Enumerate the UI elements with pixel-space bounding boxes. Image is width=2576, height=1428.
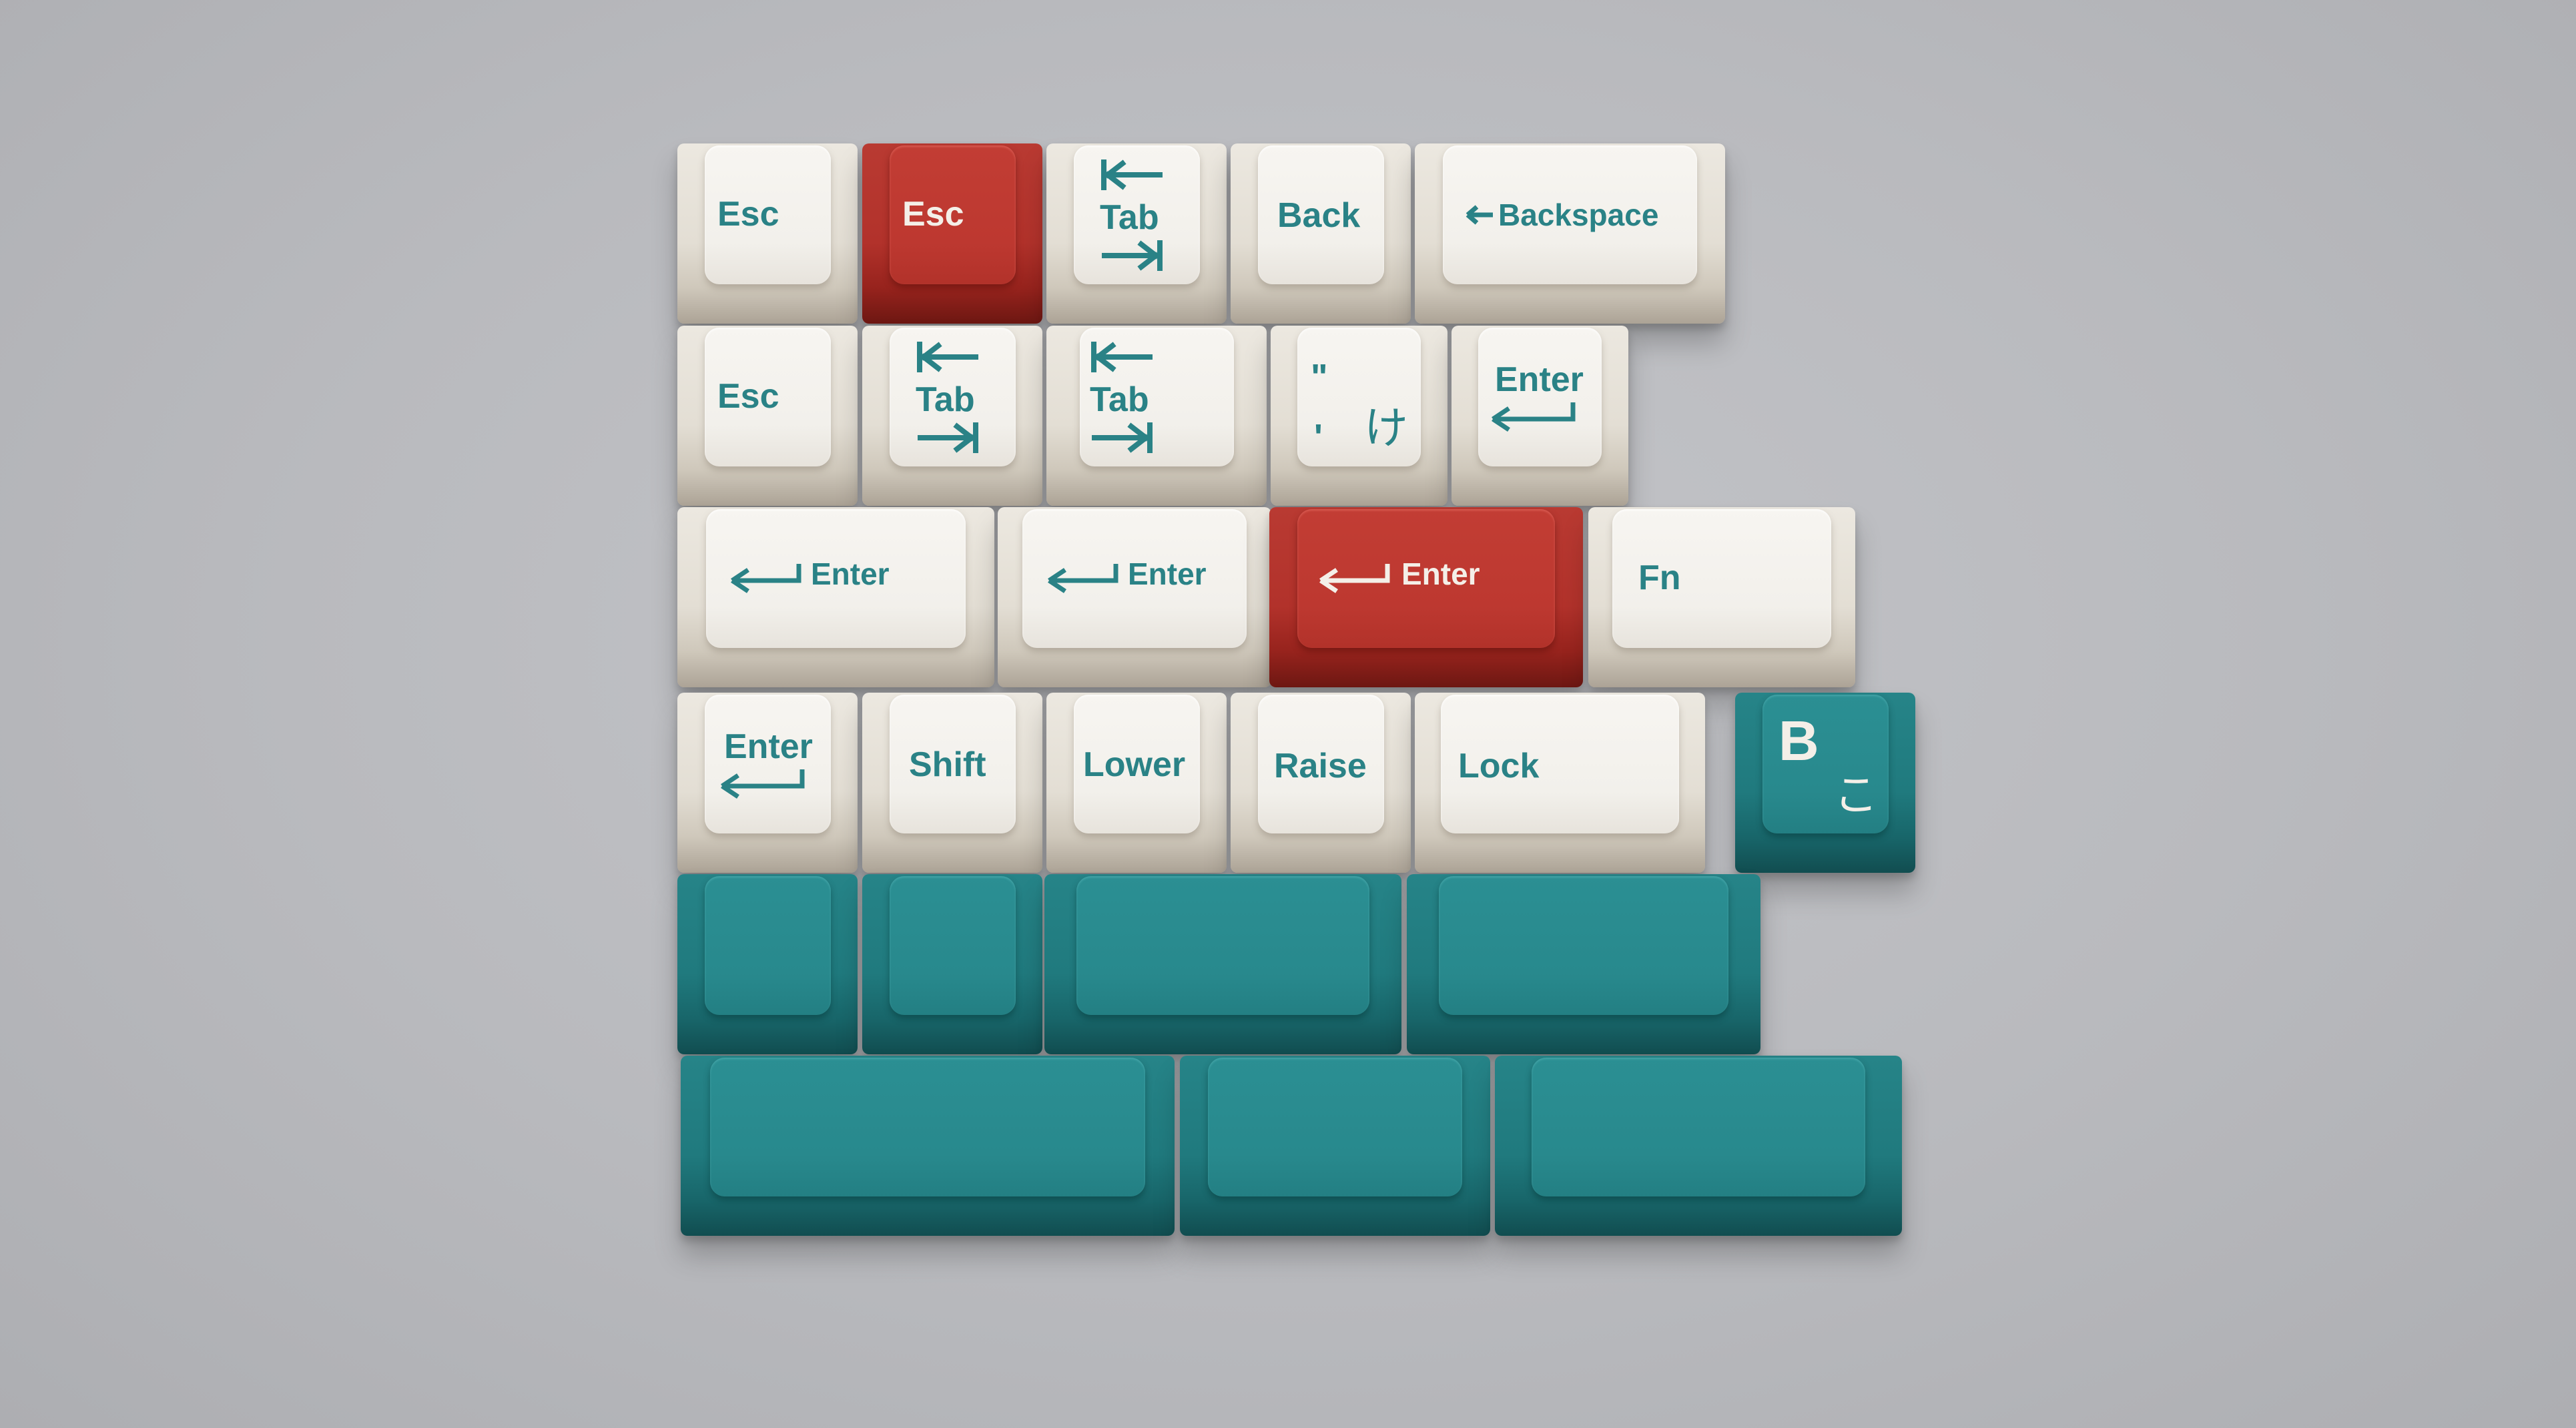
arrow-left-bar-icon xyxy=(1100,158,1163,192)
key-legend-bottom: ' xyxy=(1314,417,1323,457)
key-shift[interactable]: Shift xyxy=(862,693,1042,873)
key-enter-r3-b[interactable]: Enter xyxy=(998,507,1271,687)
key-legend: Fn xyxy=(1638,559,1681,597)
return-arrow-icon xyxy=(1313,561,1393,594)
key-esc-white-r1[interactable]: Esc xyxy=(677,143,858,324)
key-b-ko[interactable]: B こ xyxy=(1735,693,1915,873)
key-enter-r4[interactable]: Enter xyxy=(677,693,858,873)
key-back[interactable]: Back xyxy=(1231,143,1411,324)
arrow-left-bar-icon xyxy=(916,340,979,374)
key-legend: Enter xyxy=(1495,360,1584,399)
key-legend: Enter xyxy=(811,557,890,591)
return-arrow-icon xyxy=(714,766,808,799)
arrow-left-bar-icon xyxy=(1090,340,1153,374)
key-legend: Backspace xyxy=(1498,198,1659,232)
key-legend: Esc xyxy=(717,195,779,234)
key-enter-r3-a[interactable]: Enter xyxy=(677,507,994,687)
left-arrow-icon xyxy=(1465,204,1495,226)
key-legend: Esc xyxy=(902,195,964,234)
key-blank-r5-2[interactable] xyxy=(862,874,1042,1054)
key-quote-ke[interactable]: " ' け xyxy=(1271,326,1447,506)
key-legend: B xyxy=(1779,709,1819,772)
return-arrow-icon xyxy=(724,561,804,594)
key-esc-red[interactable]: Esc xyxy=(862,143,1042,324)
key-legend: Back xyxy=(1277,196,1361,235)
key-legend: Tab xyxy=(1090,380,1149,419)
key-legend: Tab xyxy=(1100,198,1159,237)
key-legend-kana: こ xyxy=(1834,770,1878,819)
key-blank-r6-1[interactable] xyxy=(681,1056,1175,1236)
return-arrow-icon xyxy=(1485,399,1578,432)
arrow-right-bar-icon xyxy=(1101,239,1165,272)
key-blank-r6-2[interactable] xyxy=(1180,1056,1490,1236)
key-legend: Lower xyxy=(1083,745,1186,784)
key-legend: Esc xyxy=(717,377,779,416)
key-legend: Raise xyxy=(1274,747,1367,785)
key-fn[interactable]: Fn xyxy=(1588,507,1855,687)
key-tab-r2-b[interactable]: Tab xyxy=(1046,326,1267,506)
return-arrow-icon xyxy=(1041,561,1121,594)
key-enter-r2[interactable]: Enter xyxy=(1452,326,1628,506)
key-legend: Enter xyxy=(724,727,813,766)
key-legend: Tab xyxy=(916,380,975,419)
arrow-right-bar-icon xyxy=(1091,421,1155,454)
key-enter-red[interactable]: Enter xyxy=(1269,507,1583,687)
key-tab-r2-a[interactable]: Tab xyxy=(862,326,1042,506)
key-backspace[interactable]: Backspace xyxy=(1415,143,1725,324)
key-esc-white-r2[interactable]: Esc xyxy=(677,326,858,506)
key-blank-r5-1[interactable] xyxy=(677,874,858,1054)
key-blank-r6-3[interactable] xyxy=(1495,1056,1902,1236)
key-legend-top: " xyxy=(1311,357,1328,397)
key-legend-kana: け xyxy=(1364,403,1408,452)
key-blank-r5-3[interactable] xyxy=(1044,874,1401,1054)
key-blank-r5-4[interactable] xyxy=(1407,874,1760,1054)
key-legend: Lock xyxy=(1458,747,1540,785)
key-tab-r1[interactable]: Tab xyxy=(1046,143,1227,324)
key-legend: Shift xyxy=(909,745,986,784)
key-lower[interactable]: Lower xyxy=(1046,693,1227,873)
key-legend: Enter xyxy=(1128,557,1207,591)
key-raise[interactable]: Raise xyxy=(1231,693,1411,873)
key-lock[interactable]: Lock xyxy=(1415,693,1705,873)
arrow-right-bar-icon xyxy=(917,421,980,454)
key-legend: Enter xyxy=(1401,557,1480,591)
